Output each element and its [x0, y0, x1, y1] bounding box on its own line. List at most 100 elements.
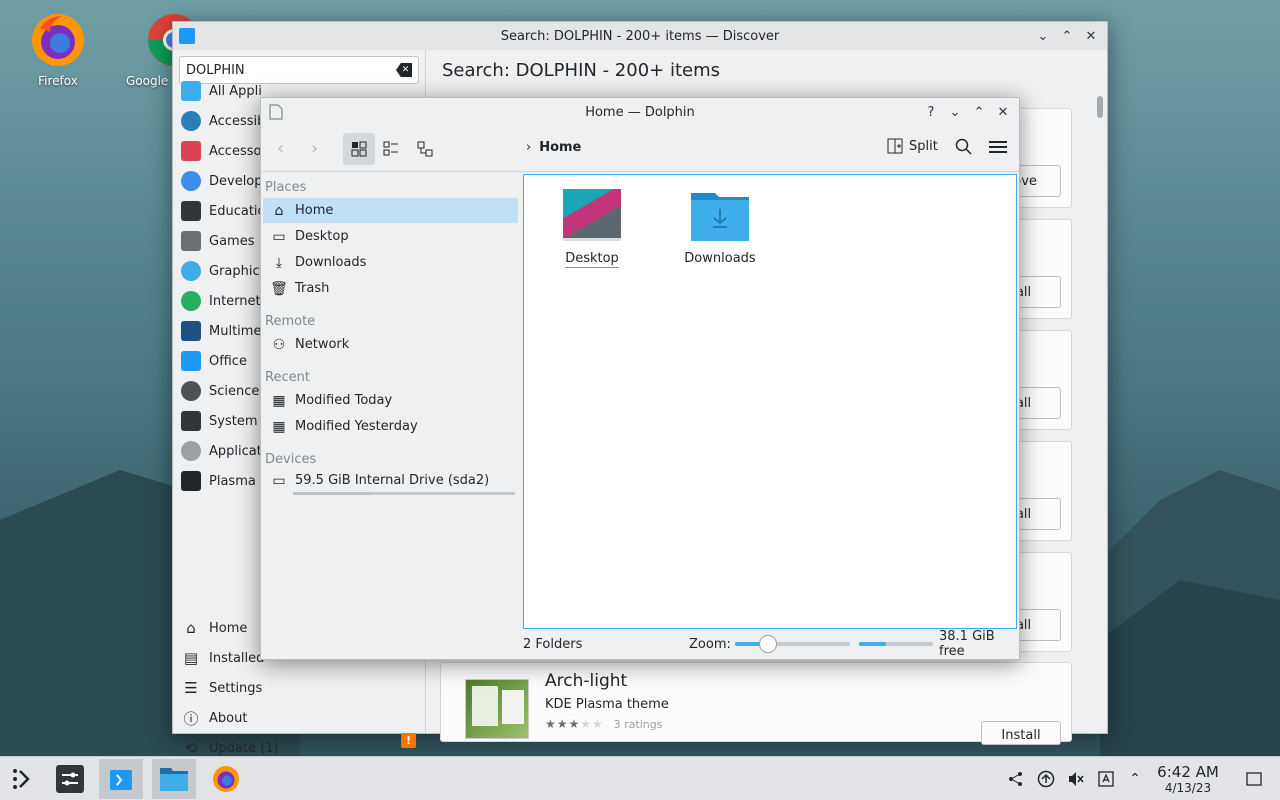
app-card-arch-light[interactable]: Arch-light KDE Plasma theme ★★★★★ 3 rati… — [440, 662, 1072, 745]
category-item[interactable]: Multime — [181, 318, 261, 344]
star-icon: ★ — [556, 717, 569, 731]
category-item[interactable]: Educatio — [181, 198, 265, 224]
zoom-slider-handle[interactable] — [759, 635, 777, 653]
tree-view-button[interactable] — [417, 141, 433, 161]
update-icon: ⟲ — [184, 739, 198, 757]
places-label: Modified Yesterday — [295, 419, 418, 434]
maximize-button[interactable]: ⌃ — [1057, 26, 1077, 46]
hamburger-menu-icon[interactable] — [989, 139, 1007, 159]
zoom-slider[interactable] — [735, 635, 850, 653]
discover-icon — [110, 770, 132, 790]
folder-item-desktop[interactable]: Desktop — [552, 189, 632, 268]
steamdeck-icon — [13, 769, 30, 789]
toolbox-icon — [181, 141, 201, 161]
devices-heading: Devices — [265, 452, 317, 467]
breadcrumb-home[interactable]: Home — [539, 140, 581, 155]
volume-muted-icon[interactable] — [1066, 769, 1086, 789]
split-button[interactable]: Split — [887, 138, 938, 154]
places-label: Trash — [295, 281, 330, 296]
clock-date: 4/13/23 — [1164, 781, 1212, 795]
settings-icon: ☰ — [184, 679, 198, 697]
more-icon — [181, 441, 201, 461]
forward-button[interactable]: › — [311, 138, 318, 159]
status-bar: 2 Folders Zoom: 38.1 GiB free — [523, 629, 1019, 659]
places-item[interactable]: ▭ Desktop — [263, 224, 518, 249]
task-dolphin[interactable] — [152, 759, 196, 799]
star-icon: ★ — [545, 717, 557, 731]
places-item[interactable]: 🗑 Trash — [263, 276, 518, 301]
category-item[interactable]: Internet — [181, 288, 261, 314]
file-view[interactable]: Desktop Downloads — [523, 174, 1017, 629]
category-item[interactable]: Science — [181, 378, 259, 404]
graphics-icon — [181, 261, 201, 281]
document-icon — [269, 104, 283, 124]
update-notifier-icon[interactable] — [1036, 769, 1056, 789]
folder-item-downloads[interactable]: Downloads — [680, 189, 760, 266]
install-button[interactable]: Install — [981, 721, 1061, 745]
places-item[interactable]: ▭ 59.5 GiB Internal Drive (sda2) — [263, 468, 518, 493]
category-label: Science — [209, 383, 260, 399]
remote-heading: Remote — [265, 314, 316, 329]
home-icon: ⌂ — [274, 202, 284, 219]
search-icon[interactable] — [955, 138, 973, 160]
network-icon[interactable] — [1006, 769, 1026, 789]
category-item[interactable]: All Appli — [181, 78, 262, 104]
category-item[interactable]: System s — [181, 408, 268, 434]
chevron-up-icon[interactable]: ⌃ — [1125, 769, 1145, 789]
category-item[interactable]: Applicat — [181, 438, 262, 464]
category-item[interactable]: Graphics — [181, 258, 266, 284]
category-item[interactable]: Office — [181, 348, 247, 374]
category-item[interactable]: Accessib — [181, 108, 265, 134]
theme-screenshot — [465, 679, 529, 739]
nav-item[interactable]: ☰ Settings — [181, 675, 262, 701]
places-item[interactable]: ▦ Modified Today — [263, 388, 518, 413]
task-discover[interactable] — [99, 759, 143, 799]
places-item[interactable]: ▦ Modified Yesterday — [263, 414, 518, 439]
task-settings[interactable] — [48, 759, 92, 799]
category-label: Applicat — [209, 443, 262, 459]
minimize-button[interactable]: ⌄ — [945, 102, 965, 122]
category-label: Educatio — [209, 203, 266, 219]
help-button[interactable]: ? — [921, 102, 941, 122]
category-item[interactable]: Accesso — [181, 138, 261, 164]
category-item[interactable]: Plasma A — [181, 468, 269, 494]
nav-item[interactable]: ⓘ About — [181, 705, 247, 731]
nav-label: Update (1) — [209, 740, 279, 756]
desktop-icon-firefox[interactable]: Firefox — [18, 10, 98, 88]
window-title: Search: DOLPHIN - 200+ items — Discover — [500, 28, 780, 44]
back-button[interactable]: ‹ — [277, 138, 284, 159]
dolphin-titlebar[interactable]: Home — Dolphin ? ⌄ ⌃ ✕ — [261, 98, 1019, 126]
nav-item[interactable]: ⌂ Home — [181, 615, 247, 641]
scrollbar[interactable] — [1097, 96, 1103, 118]
minimize-button[interactable]: ⌄ — [1033, 26, 1053, 46]
details-view-button[interactable] — [383, 141, 399, 161]
maximize-button[interactable]: ⌃ — [969, 102, 989, 122]
category-label: Accessib — [209, 113, 266, 129]
info-icon: ⓘ — [183, 709, 199, 728]
dolphin-toolbar: ‹ › › Home Split — [261, 126, 1019, 172]
places-item[interactable]: ⚇ Network — [263, 332, 518, 357]
task-firefox[interactable] — [204, 759, 248, 799]
icons-view-button[interactable] — [343, 133, 375, 165]
keyboard-icon[interactable] — [1096, 769, 1116, 789]
application-launcher[interactable] — [0, 759, 44, 799]
breadcrumb[interactable]: › Home — [526, 140, 581, 155]
category-item[interactable]: Games — [181, 228, 254, 254]
close-button[interactable]: ✕ — [1081, 26, 1101, 46]
close-button[interactable]: ✕ — [993, 102, 1013, 122]
category-item[interactable]: Develop — [181, 168, 263, 194]
drive-icon: ▭ — [272, 472, 286, 489]
places-label: Home — [295, 203, 334, 218]
nav-item[interactable]: ▤ Installed — [181, 645, 264, 671]
clear-search-icon[interactable]: ✕ — [396, 63, 412, 77]
discover-titlebar[interactable]: Search: DOLPHIN - 200+ items — Discover … — [173, 22, 1107, 50]
show-desktop-icon[interactable] — [1244, 769, 1264, 789]
places-label: Desktop — [295, 229, 349, 244]
places-item[interactable]: ⤓ Downloads — [263, 250, 518, 275]
places-item[interactable]: ⌂ Home — [263, 198, 518, 223]
app-subtitle: KDE Plasma theme — [545, 697, 669, 712]
nav-label: Settings — [209, 680, 263, 696]
clock[interactable]: 6:42 AM 4/13/23 — [1152, 763, 1224, 795]
taskbar: ⌃ 6:42 AM 4/13/23 — [0, 756, 1280, 800]
rating-count: 3 ratings — [613, 718, 663, 731]
